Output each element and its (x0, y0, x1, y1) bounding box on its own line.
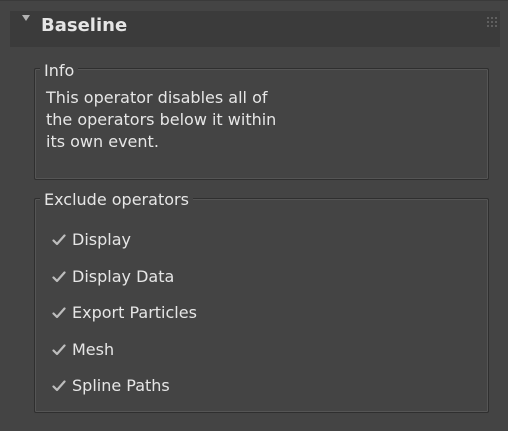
baseline-panel: Baseline Info This operator disables all… (0, 0, 508, 431)
checkmark-icon (52, 379, 66, 393)
checkbox-mesh[interactable]: Mesh (52, 339, 197, 361)
checkbox-display-data[interactable]: Display Data (52, 266, 197, 288)
rollout-title[interactable]: Baseline (41, 15, 127, 37)
exclude-operators-label: Exclude operators (40, 190, 193, 210)
info-line: the operators below it within (46, 110, 277, 129)
checkbox-label: Spline Paths (72, 376, 170, 395)
checkbox-spline-paths[interactable]: Spline Paths (52, 375, 197, 397)
info-group-label: Info (40, 61, 79, 81)
checkbox-label: Mesh (72, 339, 115, 359)
checkbox-label: Display (72, 230, 131, 249)
drag-handle-icon[interactable] (487, 17, 497, 27)
checkbox-label: Display Data (72, 266, 175, 286)
exclude-operators-list: Display Display Data Export Particles Me… (52, 229, 197, 412)
info-text: This operator disables all of the operat… (46, 87, 346, 153)
checkmark-icon (52, 233, 66, 247)
checkmark-icon (52, 270, 66, 284)
collapse-arrow-icon[interactable] (22, 15, 30, 21)
checkbox-export-particles[interactable]: Export Particles (52, 302, 197, 324)
checkmark-icon (52, 306, 66, 320)
info-line: its own event. (46, 132, 159, 151)
info-line: This operator disables all of (46, 88, 268, 107)
checkmark-icon (52, 343, 66, 357)
checkbox-label: Export Particles (72, 303, 197, 322)
checkbox-display[interactable]: Display (52, 229, 197, 251)
